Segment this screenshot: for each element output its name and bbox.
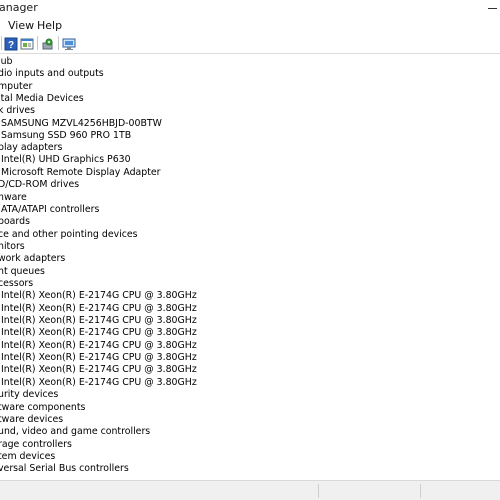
status-bar <box>0 480 500 500</box>
tree-category[interactable]: und, video and game controllers <box>0 426 150 438</box>
tree-device[interactable]: Intel(R) Xeon(R) E-2174G CPU @ 3.80GHz <box>1 315 197 327</box>
toolbar-separator <box>58 36 59 50</box>
tree-category[interactable]: mputer <box>0 81 32 93</box>
device-manager-window: anager View Help ? ub dio inputs and out… <box>0 0 500 500</box>
tree-category[interactable]: boards <box>0 216 30 228</box>
status-divider <box>420 484 421 498</box>
tree-category[interactable]: ATA/ATAPI controllers <box>1 204 99 216</box>
menu-bar: View Help <box>0 16 500 34</box>
tree-category[interactable]: ital Media Devices <box>0 93 84 105</box>
tree-device[interactable]: Intel(R) Xeon(R) E-2174G CPU @ 3.80GHz <box>1 352 197 364</box>
svg-text:?: ? <box>8 40 14 51</box>
tree-category[interactable]: D/CD-ROM drives <box>0 179 79 191</box>
tree-category[interactable]: ce and other pointing devices <box>0 229 138 241</box>
tree-device[interactable]: Intel(R) UHD Graphics P630 <box>1 154 131 166</box>
tree-category[interactable]: nware <box>0 192 27 204</box>
menu-help[interactable]: Help <box>37 19 62 32</box>
tree-category[interactable]: nitors <box>0 241 25 253</box>
toolbar-separator <box>37 36 38 50</box>
tree-device[interactable]: Intel(R) Xeon(R) E-2174G CPU @ 3.80GHz <box>1 303 197 315</box>
tree-category[interactable]: cessors <box>0 278 33 290</box>
tree-category[interactable]: dio inputs and outputs <box>0 68 104 80</box>
tree-category[interactable]: tware devices <box>0 414 63 426</box>
tree-device[interactable]: Intel(R) Xeon(R) E-2174G CPU @ 3.80GHz <box>1 340 197 352</box>
tree-device[interactable]: SAMSUNG MZVL4256HBJD-00BTW <box>1 118 162 130</box>
update-driver-icon[interactable] <box>41 36 55 50</box>
tree-category[interactable]: k drives <box>0 105 35 117</box>
window-title: anager <box>0 1 38 14</box>
tree-device[interactable]: Samsung SSD 960 PRO 1TB <box>1 130 131 142</box>
tree-device[interactable]: Intel(R) Xeon(R) E-2174G CPU @ 3.80GHz <box>1 377 197 389</box>
properties-icon[interactable] <box>20 36 34 50</box>
minimize-button[interactable] <box>483 0 500 16</box>
tree-device[interactable]: Intel(R) Xeon(R) E-2174G CPU @ 3.80GHz <box>1 327 197 339</box>
device-tree[interactable]: lub dio inputs and outputs mputer ital M… <box>0 55 500 480</box>
toolbar: ? <box>0 34 500 54</box>
help-icon[interactable]: ? <box>4 36 18 51</box>
tree-category[interactable]: versal Serial Bus controllers <box>0 463 129 475</box>
menu-view[interactable]: View <box>8 19 34 32</box>
status-divider <box>318 484 319 498</box>
tree-category[interactable]: work adapters <box>0 253 65 265</box>
tree-category[interactable]: tem devices <box>0 451 55 463</box>
tree-category[interactable]: nt queues <box>0 266 45 278</box>
tree-category[interactable]: urity devices <box>0 389 58 401</box>
tree-category[interactable]: rage controllers <box>0 439 72 451</box>
tree-category[interactable]: lub <box>0 56 13 68</box>
title-bar: anager <box>0 0 500 16</box>
tree-device[interactable]: Microsoft Remote Display Adapter <box>1 167 161 179</box>
toolbar-separator <box>1 36 2 50</box>
tree-device[interactable]: Intel(R) Xeon(R) E-2174G CPU @ 3.80GHz <box>1 364 197 376</box>
scan-hardware-icon[interactable] <box>62 36 76 50</box>
tree-device[interactable]: Intel(R) Xeon(R) E-2174G CPU @ 3.80GHz <box>1 290 197 302</box>
tree-category[interactable]: play adapters <box>0 142 62 154</box>
tree-category[interactable]: tware components <box>0 402 85 414</box>
